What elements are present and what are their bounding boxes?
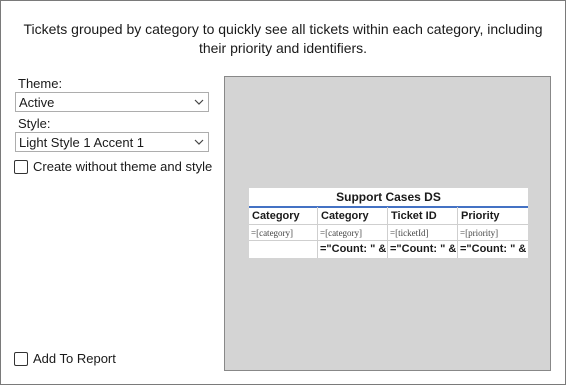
- preview-table: Support Cases DS Category Category Ticke…: [249, 188, 528, 258]
- theme-dropdown[interactable]: Active: [15, 92, 209, 112]
- checkbox-box[interactable]: [14, 159, 28, 174]
- total-cell: [249, 241, 318, 258]
- total-cell: ="Count: " &: [318, 241, 388, 258]
- style-value: Light Style 1 Accent 1: [19, 135, 145, 150]
- detail-cell: =[ticketId]: [388, 225, 458, 241]
- detail-cell: =[priority]: [458, 225, 528, 241]
- header-cell: Priority: [458, 207, 528, 225]
- add-to-report-label: Add To Report: [33, 351, 116, 366]
- header-cell: Category: [249, 207, 318, 225]
- header-cell: Ticket ID: [388, 207, 458, 225]
- description-text: Tickets grouped by category to quickly s…: [23, 21, 543, 56]
- style-dropdown[interactable]: Light Style 1 Accent 1: [15, 132, 209, 152]
- theme-label: Theme:: [18, 76, 63, 91]
- chevron-down-icon: [194, 139, 204, 145]
- header-cell: Category: [318, 207, 388, 225]
- total-cell: ="Count: " &: [460, 243, 527, 255]
- theme-value: Active: [19, 95, 55, 110]
- preview-table-title: Support Cases DS: [249, 188, 528, 208]
- detail-cell: =[category]: [318, 225, 388, 241]
- chevron-down-icon: [194, 99, 204, 105]
- create-without-theme-label: Create without theme and style: [33, 159, 213, 174]
- total-cell: ="Count: " &: [388, 241, 458, 258]
- style-label: Style:: [18, 116, 51, 131]
- detail-cell: =[category]: [249, 225, 318, 241]
- add-to-report-checkbox[interactable]: Add To Report: [14, 351, 116, 366]
- checkbox-box[interactable]: [14, 351, 28, 366]
- create-without-theme-checkbox[interactable]: Create without theme and style: [14, 159, 212, 174]
